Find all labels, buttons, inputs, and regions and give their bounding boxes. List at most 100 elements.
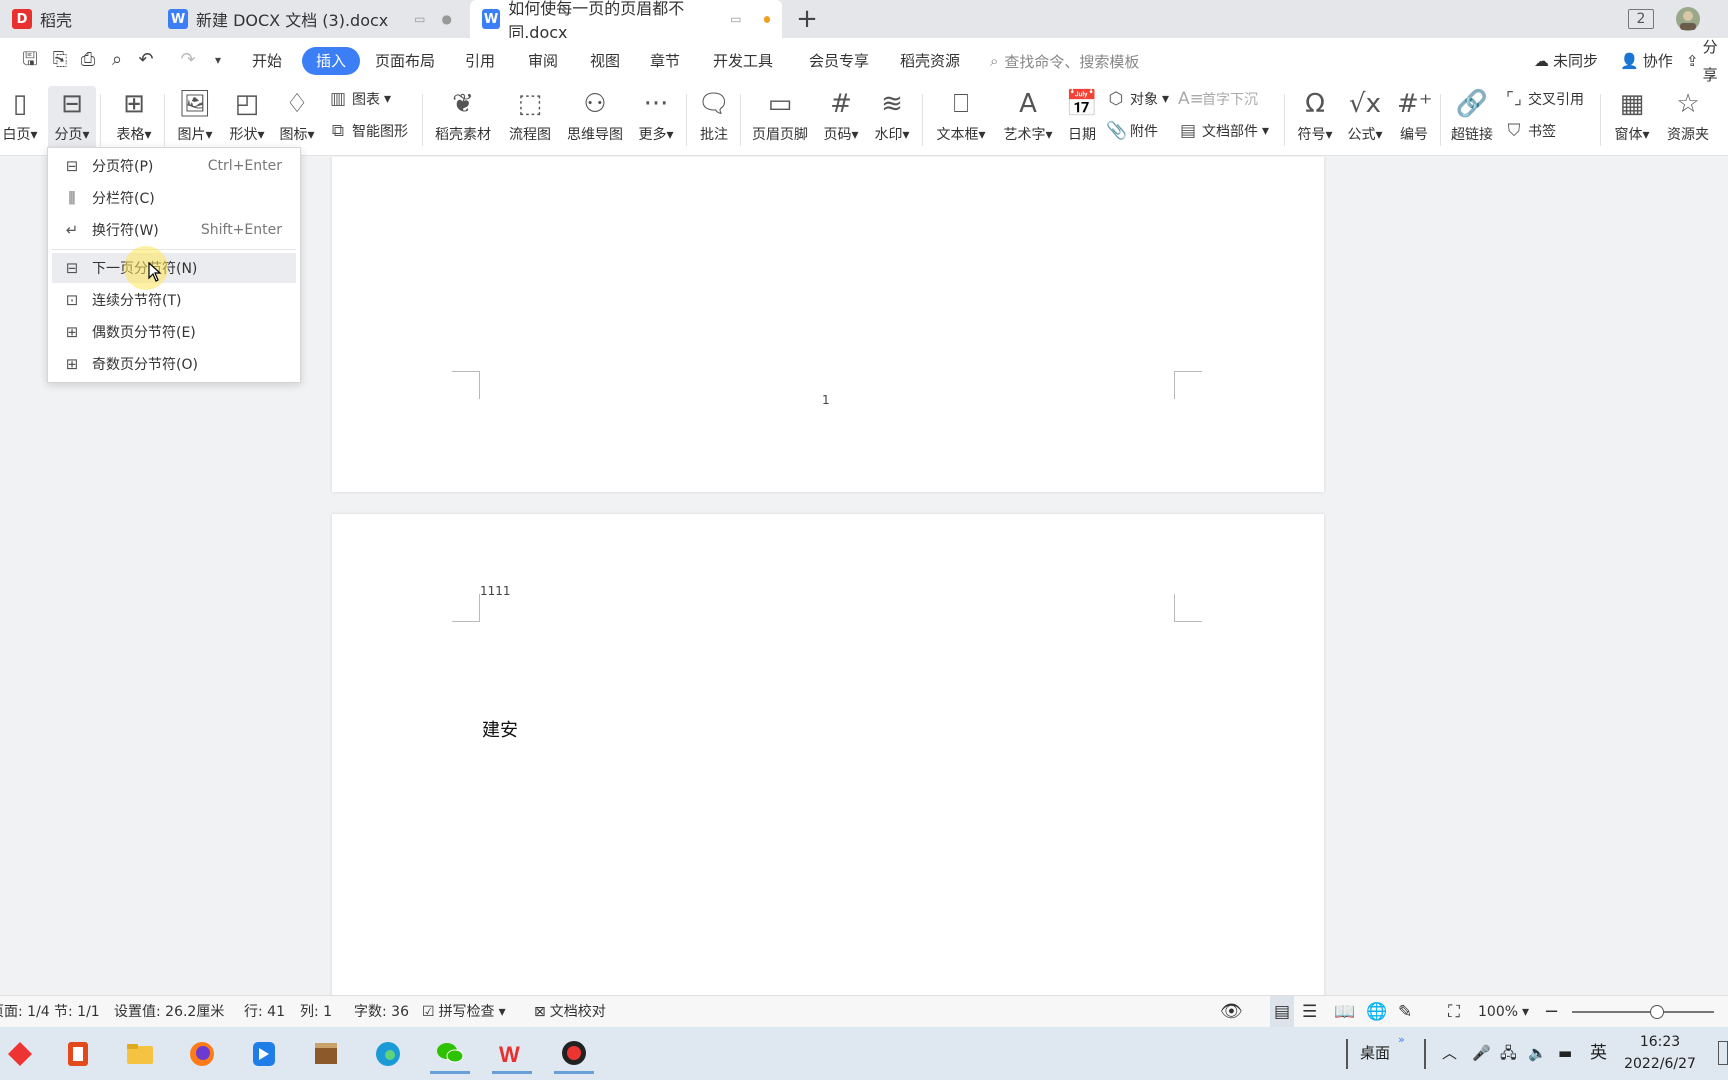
reading-view-icon[interactable]: 📖	[1334, 996, 1355, 1028]
share-button[interactable]: ⇪ 分享	[1686, 38, 1728, 84]
save-icon[interactable]: 🖫	[18, 48, 42, 72]
status-page[interactable]: 页面: 1/4	[0, 996, 50, 1028]
menu-insert[interactable]: 插入	[302, 47, 361, 75]
header-footer-button[interactable]: ▭ 页眉页脚	[748, 86, 812, 154]
zoom-out-icon[interactable]: −	[1544, 996, 1559, 1028]
menu-member[interactable]: 会员专享	[805, 47, 873, 75]
taskbar-app-red[interactable]	[0, 1034, 40, 1074]
cross-ref-button[interactable]: ⌜⌟ 交叉引用	[1504, 86, 1584, 112]
menu-page-layout[interactable]: 页面布局	[371, 47, 439, 75]
sync-button[interactable]: ☁ 未同步	[1534, 47, 1598, 75]
proofread-button[interactable]: ⊠ 文档校对	[534, 996, 606, 1028]
icon-library-button[interactable]: ♢ 图标▾	[274, 86, 320, 154]
object-button[interactable]: ⬡ 对象 ▾	[1106, 86, 1169, 112]
chart-button[interactable]: ▥ 图表 ▾	[328, 86, 391, 112]
outline-view-icon[interactable]: ☰	[1302, 996, 1317, 1028]
eye-protection-icon[interactable]: 👁	[1220, 996, 1243, 1028]
desktop-toolbar[interactable]: 桌面	[1360, 1027, 1390, 1080]
close-tab-icon[interactable]: ●	[442, 12, 452, 26]
fit-page-icon[interactable]: ⛶	[1448, 996, 1460, 1028]
customize-quick-access-icon[interactable]: ▾	[206, 48, 230, 72]
menu-references[interactable]: 引用	[461, 47, 499, 75]
textbox-button[interactable]: ⎕ 文本框▾	[930, 86, 992, 154]
network-icon[interactable]: 🖧	[1500, 1027, 1517, 1080]
menu-item-continuous-section-break[interactable]: ⊡ 连续分节符(T)	[52, 285, 296, 315]
wordart-button[interactable]: A 艺术字▾	[998, 86, 1058, 154]
tab-docer[interactable]: D 稻壳	[0, 0, 152, 38]
collaborate-button[interactable]: 👤 协作	[1620, 47, 1673, 75]
page-2[interactable]: 1111 建安	[332, 514, 1324, 995]
status-section[interactable]: 节: 1/1	[54, 996, 100, 1028]
drop-cap-button[interactable]: A≡ 首字下沉	[1178, 86, 1258, 112]
menu-item-page-break[interactable]: ⊟ 分页符(P) Ctrl+Enter	[52, 151, 296, 181]
equation-button[interactable]: √x 公式▾	[1342, 86, 1388, 154]
taskbar-firefox[interactable]	[182, 1034, 222, 1074]
taskbar-file-explorer[interactable]	[120, 1034, 160, 1074]
taskbar-edge[interactable]	[368, 1034, 408, 1074]
bookmark-button[interactable]: ⛉ 书签	[1504, 118, 1556, 144]
expand-toolbar-icon[interactable]: »	[1398, 1013, 1405, 1066]
spell-check-button[interactable]: ☑ 拼写检查 ▾	[422, 996, 506, 1028]
taskbar-archive[interactable]	[306, 1034, 346, 1074]
date-button[interactable]: 📅 日期	[1062, 86, 1102, 154]
taskbar-app-blue[interactable]	[244, 1034, 284, 1074]
blank-page-button[interactable]: ▯ 白页▾	[0, 86, 40, 154]
menu-item-column-break[interactable]: ⫼ 分栏符(C)	[52, 183, 296, 213]
tab-new-docx[interactable]: W 新建 DOCX 文档 (3).docx ▭ ●	[156, 0, 464, 38]
menu-developer[interactable]: 开发工具	[709, 47, 777, 75]
smart-art-button[interactable]: ⧉ 智能图形	[328, 118, 408, 144]
status-col[interactable]: 列: 1	[300, 996, 332, 1028]
shape-button[interactable]: ◰ 形状▾	[224, 86, 270, 154]
status-row[interactable]: 行: 41	[244, 996, 285, 1028]
print-icon[interactable]: ⎙	[76, 48, 100, 72]
page-1[interactable]: 1	[332, 157, 1324, 492]
web-view-icon[interactable]: 🌐	[1366, 996, 1387, 1028]
menu-view[interactable]: 视图	[586, 47, 624, 75]
menu-item-next-page-section-break[interactable]: ⊟ 下一页分节符(N)	[52, 253, 296, 283]
ime-indicator[interactable]: 英	[1590, 1027, 1607, 1080]
menu-home[interactable]: 开始	[248, 47, 286, 75]
battery-icon[interactable]: ▬	[1558, 1027, 1572, 1080]
menu-item-line-break[interactable]: ↵ 换行符(W) Shift+Enter	[52, 215, 296, 245]
menu-chapter[interactable]: 章节	[646, 47, 684, 75]
doc-parts-button[interactable]: ▤ 文档部件 ▾	[1178, 118, 1269, 144]
table-button[interactable]: ⊞ 表格▾	[110, 86, 158, 154]
menu-docer-resources[interactable]: 稻壳资源	[896, 47, 964, 75]
avatar[interactable]	[1674, 6, 1702, 32]
volume-icon[interactable]: 🔈	[1528, 1027, 1547, 1080]
status-word-count[interactable]: 字数: 36	[354, 996, 409, 1028]
mindmap-button[interactable]: ⚇ 思维导图	[562, 86, 628, 154]
taskbar-wechat[interactable]	[430, 1034, 470, 1074]
show-hidden-icons-icon[interactable]: ︿	[1442, 1027, 1457, 1080]
menu-item-odd-page-section-break[interactable]: ⊞ 奇数页分节符(O)	[52, 349, 296, 379]
window-count-button[interactable]: 2	[1628, 9, 1654, 29]
zoom-slider-track[interactable]	[1572, 1011, 1714, 1013]
taskbar-recorder[interactable]	[554, 1034, 594, 1074]
menu-review[interactable]: 审阅	[524, 47, 562, 75]
comment-button[interactable]: 🗨 批注	[694, 86, 734, 154]
more-button[interactable]: ··· 更多▾	[634, 86, 678, 154]
microphone-icon[interactable]: 🎤	[1472, 1027, 1491, 1080]
attachment-button[interactable]: 📎 附件	[1106, 118, 1158, 144]
status-setting[interactable]: 设置值: 26.2厘米	[114, 996, 224, 1028]
resource-folder-button[interactable]: ☆ 资源夹	[1660, 86, 1716, 154]
tab-active-document[interactable]: W 如何使每一页的页眉都不同.docx ▭	[470, 0, 782, 42]
redo-icon[interactable]: ↷	[176, 48, 200, 72]
export-pdf-icon[interactable]: ⎘	[48, 48, 72, 72]
page-break-button[interactable]: ⊟ 分页▾	[48, 86, 96, 154]
undo-icon[interactable]: ↶	[134, 48, 158, 72]
print-preview-icon[interactable]: ⌕	[105, 48, 129, 72]
numbering-button[interactable]: #⁺ 编号	[1394, 86, 1434, 154]
form-button[interactable]: ▦ 窗体▾	[1608, 86, 1656, 154]
picture-button[interactable]: 🖼 图片▾	[172, 86, 218, 154]
new-tab-button[interactable]: +	[792, 2, 822, 36]
page-view-icon[interactable]: ▤	[1270, 996, 1295, 1028]
symbol-button[interactable]: Ω 符号▾	[1292, 86, 1338, 154]
menu-item-even-page-section-break[interactable]: ⊞ 偶数页分节符(E)	[52, 317, 296, 347]
clock[interactable]: 16:23 2022/6/27	[1622, 1031, 1698, 1075]
watermark-button[interactable]: ≋ 水印▾	[868, 86, 916, 154]
flowchart-button[interactable]: ⬚ 流程图	[502, 86, 558, 154]
zoom-slider-thumb[interactable]	[1650, 1005, 1664, 1019]
taskbar-wps[interactable]: W	[492, 1034, 532, 1074]
zoom-dropdown[interactable]: 100% ▾	[1478, 996, 1529, 1028]
